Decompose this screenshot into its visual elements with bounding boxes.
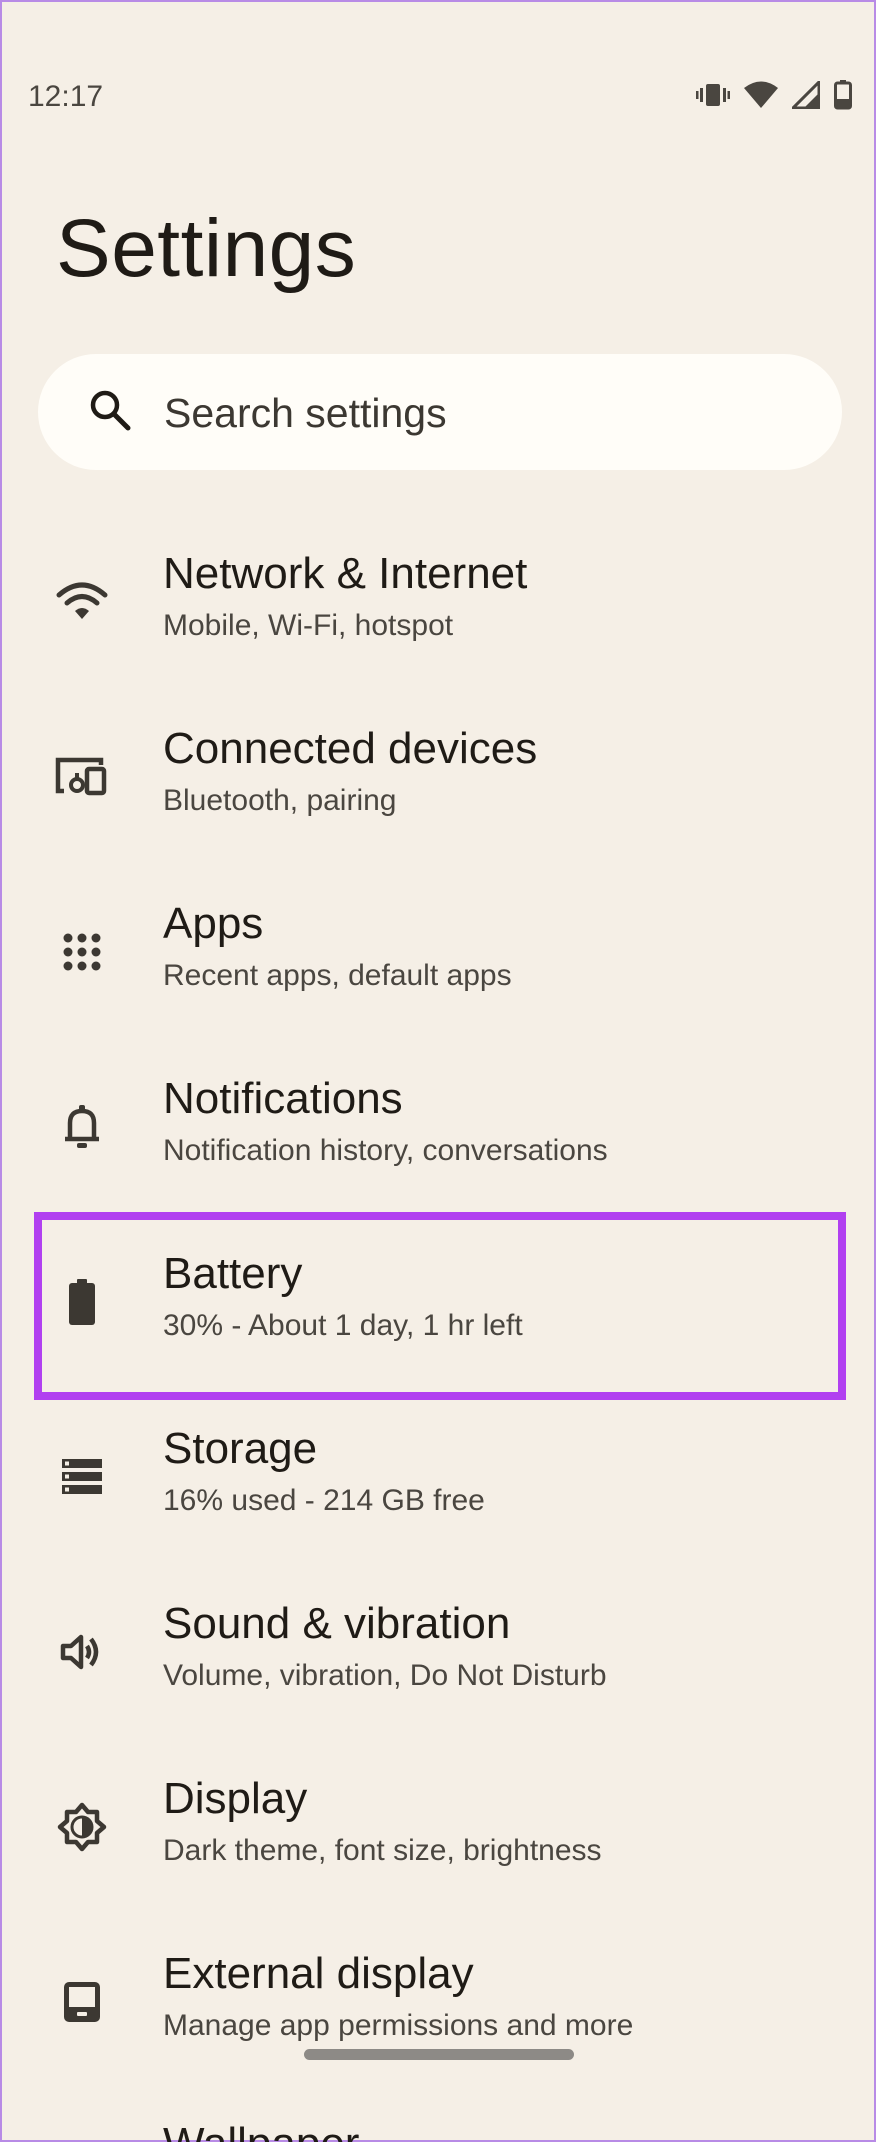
setting-storage[interactable]: Storage 16% used - 214 GB free — [2, 1404, 874, 1579]
setting-subtitle: Mobile, Wi-Fi, hotspot — [163, 609, 454, 642]
status-bar: 12:17 — [2, 2, 874, 192]
setting-title: Notifications — [163, 1074, 403, 1123]
setting-external-display[interactable]: External display Manage app permissions … — [2, 1929, 874, 2104]
external-display-icon — [54, 1974, 110, 2030]
setting-subtitle: Notification history, conversations — [163, 1134, 608, 1167]
setting-title: Storage — [163, 1424, 318, 1473]
setting-title: Apps — [163, 899, 264, 948]
battery-icon — [834, 80, 852, 110]
battery-highlight-box — [34, 1212, 846, 1400]
search-icon — [86, 386, 134, 439]
apps-grid-icon — [54, 924, 110, 980]
setting-network-internet[interactable]: Network & Internet Mobile, Wi-Fi, hotspo… — [2, 529, 874, 704]
status-time: 12:17 — [28, 80, 104, 113]
search-bar[interactable]: Search settings — [38, 354, 842, 470]
setting-title: Sound & vibration — [163, 1599, 511, 1648]
setting-title: Network & Internet — [163, 549, 528, 598]
storage-icon — [54, 1449, 110, 1505]
devices-icon — [54, 749, 110, 805]
signal-icon — [792, 81, 820, 109]
speaker-icon — [54, 1624, 110, 1680]
setting-display[interactable]: Display Dark theme, font size, brightnes… — [2, 1754, 874, 1929]
setting-connected-devices[interactable]: Connected devices Bluetooth, pairing — [2, 704, 874, 879]
brightness-icon — [54, 1799, 110, 1855]
page-title: Settings — [56, 203, 357, 294]
wifi-icon — [54, 574, 110, 630]
setting-sound-vibration[interactable]: Sound & vibration Volume, vibration, Do … — [2, 1579, 874, 1754]
setting-subtitle: 16% used - 214 GB free — [163, 1484, 485, 1517]
gesture-nav-handle[interactable] — [304, 2049, 574, 2060]
setting-title: Wallpaper — [163, 2120, 359, 2142]
setting-title: Connected devices — [163, 724, 538, 773]
setting-subtitle: Volume, vibration, Do Not Disturb — [163, 1659, 607, 1692]
setting-title: Display — [163, 1774, 308, 1823]
setting-subtitle: Bluetooth, pairing — [163, 784, 397, 817]
setting-notifications[interactable]: Notifications Notification history, conv… — [2, 1054, 874, 1229]
setting-wallpaper-partial[interactable]: Wallpaper — [163, 2120, 359, 2142]
search-placeholder: Search settings — [164, 390, 447, 436]
setting-subtitle: Dark theme, font size, brightness — [163, 1834, 602, 1867]
vibrate-icon — [696, 82, 730, 108]
status-icons — [696, 80, 852, 110]
setting-subtitle: Manage app permissions and more — [163, 2009, 634, 2042]
setting-apps[interactable]: Apps Recent apps, default apps — [2, 879, 874, 1054]
bell-icon — [54, 1099, 110, 1155]
wifi-icon — [744, 81, 778, 109]
setting-title: External display — [163, 1949, 474, 1998]
setting-subtitle: Recent apps, default apps — [163, 959, 512, 992]
